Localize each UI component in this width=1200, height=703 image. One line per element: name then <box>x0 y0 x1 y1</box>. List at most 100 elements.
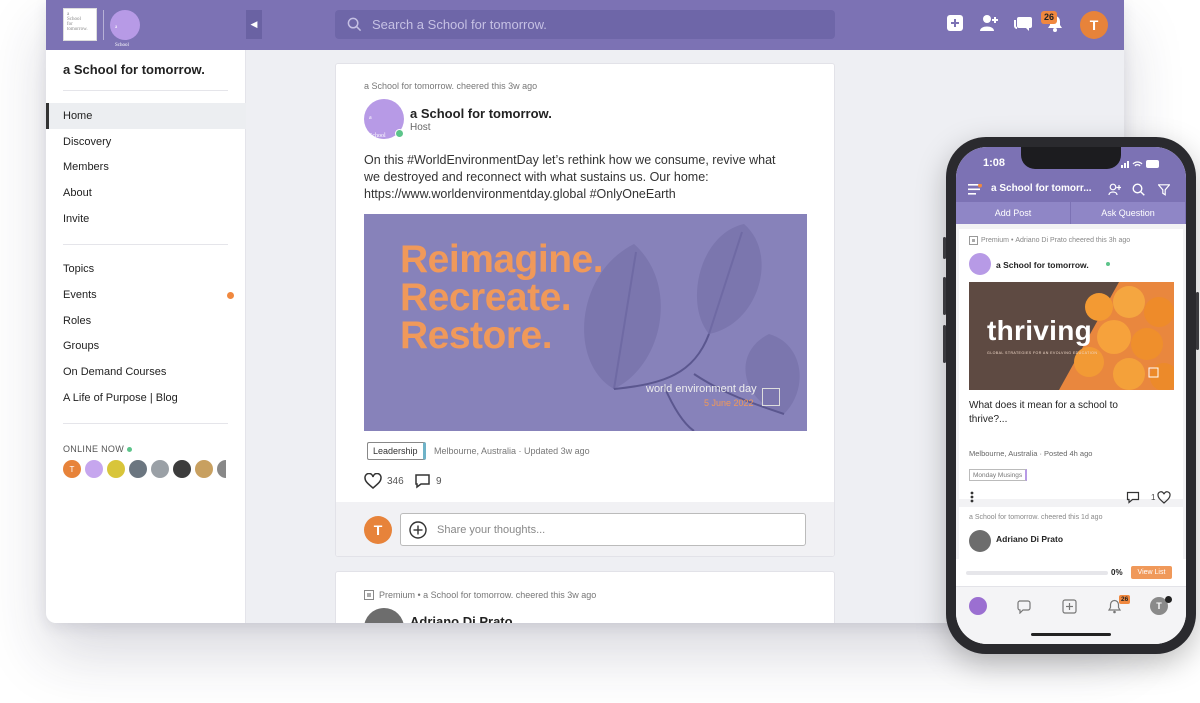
sidebar-item-label: Discovery <box>63 136 112 148</box>
phone-post-avatar[interactable] <box>969 530 991 552</box>
phone-tab-bar: 26 T <box>956 586 1186 644</box>
image-caption: world environment day <box>646 383 757 395</box>
post-location-meta: Melbourne, Australia · Updated 3w ago <box>434 446 590 456</box>
search-icon[interactable] <box>1132 183 1145 196</box>
phone-post-question-line: thrive?... <box>969 414 1008 425</box>
user-avatar[interactable]: T <box>1080 11 1108 39</box>
online-avatar[interactable] <box>195 460 213 478</box>
post-meta-text: a School for tomorrow. cheered this 3w a… <box>423 590 597 600</box>
heart-icon[interactable] <box>1157 491 1171 504</box>
community-logo[interactable]: a School for tomorrow. <box>63 8 97 41</box>
phone-post-meta: a School for tomorrow. cheered this 1d a… <box>969 514 1103 521</box>
sidebar-item-blog[interactable]: A Life of Purpose | Blog <box>46 385 246 411</box>
comment-button[interactable]: 9 <box>414 473 442 489</box>
phone-side-button <box>943 277 946 315</box>
post-body-line: On this #WorldEnvironmentDay let’s rethi… <box>364 153 776 167</box>
image-date: 5 June 2022 <box>704 398 754 408</box>
chat-button[interactable] <box>1012 12 1034 34</box>
community-avatar-icon <box>969 597 987 615</box>
online-indicator <box>127 447 133 453</box>
post-image[interactable]: Reimagine. Recreate. Restore. world envi… <box>364 214 807 431</box>
top-bar: a School for tomorrow. a School for tomo… <box>46 0 1124 84</box>
premium-icon <box>969 236 978 245</box>
create-button[interactable] <box>944 12 966 34</box>
post-author-name[interactable]: Adriano Di Prato <box>410 614 513 623</box>
community-avatar[interactable]: a School for tomorrow. <box>110 10 140 84</box>
plus-square-icon <box>947 15 963 31</box>
comment-count: 9 <box>436 475 442 487</box>
plus-square-icon <box>1061 598 1077 614</box>
phone-action-bar: Add Post Ask Question <box>956 202 1186 224</box>
topic-tag[interactable]: Leadership <box>367 442 426 460</box>
plus-circle-icon <box>409 520 427 539</box>
logo-divider <box>103 10 104 40</box>
ask-question-button[interactable]: Ask Question <box>1071 202 1186 224</box>
add-post-button[interactable]: Add Post <box>956 202 1071 224</box>
online-avatar[interactable] <box>173 460 191 478</box>
sidebar-item-label: Roles <box>63 315 92 327</box>
phone-post-author[interactable]: Adriano Di Prato <box>996 534 1063 544</box>
online-avatar[interactable] <box>217 460 226 478</box>
sidebar-item-groups[interactable]: Groups <box>46 333 246 359</box>
sidebar-item-home[interactable]: Home <box>46 103 246 129</box>
comment-icon[interactable] <box>1126 491 1140 504</box>
sidebar-item-topics[interactable]: Topics <box>46 256 246 282</box>
tab-create[interactable] <box>1060 597 1078 615</box>
phone-post-author[interactable]: a School for tomorrow. <box>996 260 1089 270</box>
tab-chat[interactable] <box>1014 597 1032 615</box>
phone-screen: 1:08 a School for tomorr... Add Post Ask… <box>956 147 1186 644</box>
sidebar-item-discovery[interactable]: Discovery <box>46 129 246 155</box>
online-avatar[interactable] <box>129 460 147 478</box>
image-headline: Restore. <box>400 314 553 357</box>
online-avatar[interactable] <box>85 460 103 478</box>
tab-home[interactable] <box>969 597 987 615</box>
sidebar-item-roles[interactable]: Roles <box>46 308 246 334</box>
phone-post-question[interactable]: What does it mean for a school to thrive… <box>969 399 1159 427</box>
phone-header: 1:08 a School for tomorr... <box>956 147 1186 202</box>
sidebar-item-members[interactable]: Members <box>46 154 246 180</box>
search-input[interactable]: Search a School for tomorrow. <box>335 10 835 39</box>
search-icon <box>347 17 362 32</box>
menu-icon[interactable] <box>968 184 982 195</box>
more-options-icon[interactable] <box>970 491 974 503</box>
post-meta: Premium • a School for tomorrow. cheered… <box>364 590 596 600</box>
online-avatar[interactable] <box>151 460 169 478</box>
collapse-sidebar-button[interactable]: ◀ <box>246 10 262 39</box>
filter-icon[interactable] <box>1158 184 1170 196</box>
divider <box>63 90 228 91</box>
progress-track <box>966 571 1108 575</box>
post-location: Melbourne, Australia <box>434 446 517 456</box>
online-avatar[interactable]: T <box>63 460 81 478</box>
notification-badge: 26 <box>1119 595 1131 604</box>
sidebar-item-label: About <box>63 187 92 199</box>
premium-badge: Premium <box>981 237 1010 244</box>
unread-dot <box>227 292 234 299</box>
post-meta: a School for tomorrow. cheered this 3w a… <box>364 81 538 91</box>
sidebar-item-about[interactable]: About <box>46 180 246 206</box>
phone-topic-tag[interactable]: Monday Musings <box>969 469 1028 481</box>
status-icons <box>1121 160 1159 168</box>
phone-like-count: 1 <box>1151 493 1156 502</box>
post-body-line: we destroyed and reconnect with what sus… <box>364 170 709 184</box>
sidebar-item-on-demand-courses[interactable]: On Demand Courses <box>46 359 246 385</box>
sidebar-item-invite[interactable]: Invite <box>46 206 246 232</box>
post-body-link[interactable]: https://www.worldenvironmentday.global #… <box>364 186 814 203</box>
add-user-icon[interactable] <box>1108 183 1121 196</box>
view-list-button[interactable]: View List <box>1131 566 1172 579</box>
invite-member-button[interactable] <box>978 12 1000 34</box>
post-author-name[interactable]: a School for tomorrow. <box>410 106 552 121</box>
online-avatar[interactable] <box>107 460 125 478</box>
comment-input[interactable]: Share your thoughts... <box>400 513 806 546</box>
phone-post-image[interactable]: thriving GLOBAL STRATEGIES FOR AN EVOLVI… <box>969 282 1174 390</box>
phone-post-avatar[interactable] <box>969 253 991 275</box>
commenter-avatar[interactable]: T <box>364 516 392 544</box>
like-button[interactable]: 346 <box>364 473 404 489</box>
phone-progress-bar: 0% View List <box>956 559 1186 586</box>
phone-community-title[interactable]: a School for tomorr... <box>991 183 1092 194</box>
premium-icon <box>364 590 374 600</box>
phone-post-card: Premium • Adriano Di Prato cheered this … <box>959 229 1183 504</box>
online-now-text: ONLINE NOW <box>63 444 125 454</box>
chevron-left-icon: ◀ <box>250 19 258 29</box>
sidebar-item-events[interactable]: Events <box>46 282 246 308</box>
post-author-avatar[interactable] <box>364 608 404 623</box>
